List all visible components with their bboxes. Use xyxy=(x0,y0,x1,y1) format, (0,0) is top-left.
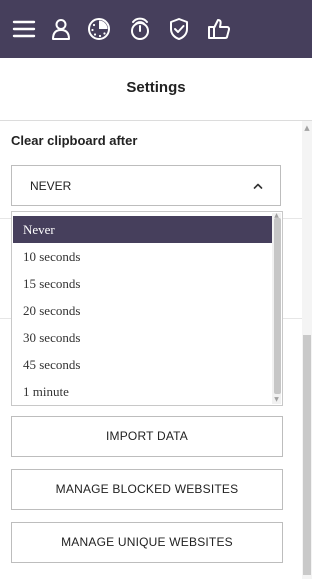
select-current-value: NEVER xyxy=(30,179,72,193)
clipboard-options-list[interactable]: Never 10 seconds 15 seconds 20 seconds 3… xyxy=(11,211,283,406)
stopwatch-icon[interactable] xyxy=(127,16,153,42)
option-10-seconds[interactable]: 10 seconds xyxy=(13,243,273,270)
clear-clipboard-select[interactable]: NEVER xyxy=(11,165,281,206)
import-data-button[interactable]: IMPORT DATA xyxy=(11,416,283,457)
manage-blocked-websites-button[interactable]: MANAGE BLOCKED WEBSITES xyxy=(11,469,283,510)
dropdown-scroll-down-icon[interactable]: ▼ xyxy=(272,397,281,403)
page-title: Settings xyxy=(0,58,312,121)
option-15-seconds[interactable]: 15 seconds xyxy=(13,270,273,297)
scroll-up-arrow-icon[interactable]: ▲ xyxy=(303,124,311,132)
page-scrollbar-thumb[interactable] xyxy=(303,335,311,575)
dropdown-scrollbar-thumb[interactable] xyxy=(274,218,281,394)
chevron-up-icon xyxy=(252,180,264,192)
option-20-seconds[interactable]: 20 seconds xyxy=(13,297,273,324)
top-nav-bar xyxy=(0,0,312,58)
clock-dial-icon[interactable] xyxy=(86,16,112,42)
shield-check-icon[interactable] xyxy=(166,16,192,42)
thumbs-up-icon[interactable] xyxy=(206,16,232,42)
clear-clipboard-label: Clear clipboard after xyxy=(11,133,138,148)
manage-unique-websites-button[interactable]: MANAGE UNIQUE WEBSITES xyxy=(11,522,283,563)
user-icon[interactable] xyxy=(48,16,74,42)
option-30-seconds[interactable]: 30 seconds xyxy=(13,324,273,351)
option-1-minute[interactable]: 1 minute xyxy=(13,378,273,405)
option-45-seconds[interactable]: 45 seconds xyxy=(13,351,273,378)
option-never[interactable]: Never xyxy=(13,216,273,243)
menu-icon[interactable] xyxy=(11,16,37,42)
